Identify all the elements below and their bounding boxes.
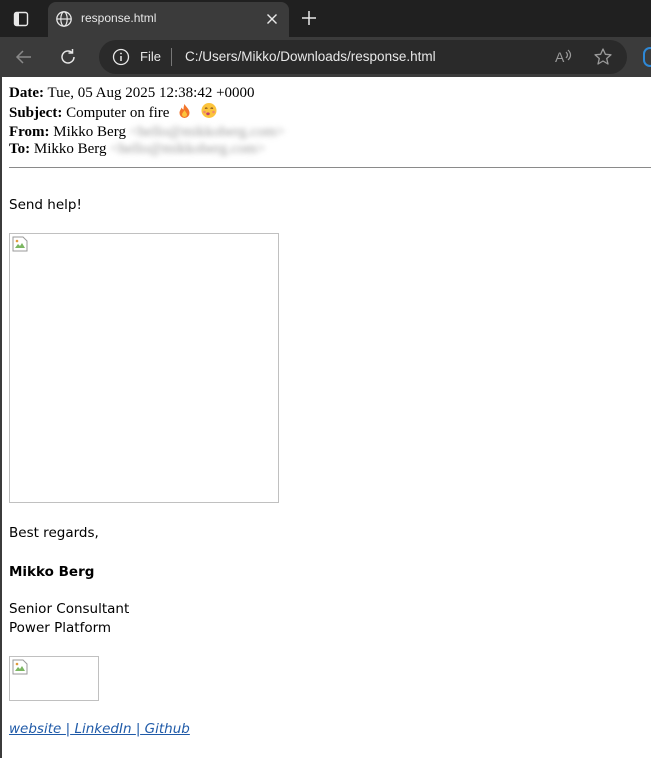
date-row: Date: Tue, 05 Aug 2025 12:38:42 +0000 xyxy=(9,85,285,102)
back-arrow-icon[interactable] xyxy=(12,45,36,69)
date-label: Date: xyxy=(9,85,44,101)
svg-text:A: A xyxy=(555,49,565,65)
scheme-label: File xyxy=(140,49,161,64)
address-bar[interactable]: File C:/Users/Mikko/Downloads/response.h… xyxy=(99,40,627,74)
to-row: To: Mikko Berg <hello@mikkoberg.com> xyxy=(9,141,285,158)
address-separator xyxy=(171,48,172,66)
face-exhaling-emoji-icon xyxy=(200,102,218,124)
linkedin-link[interactable]: LinkedIn xyxy=(70,721,136,737)
broken-image-icon xyxy=(12,236,28,252)
tab-actions-icon[interactable] xyxy=(8,6,34,32)
info-icon[interactable] xyxy=(112,48,130,66)
fire-emoji-icon xyxy=(177,103,192,124)
to-label: To: xyxy=(9,141,31,157)
greeting-text: Send help! xyxy=(9,197,82,213)
github-link[interactable]: Github xyxy=(140,721,190,737)
closing-text: Best regards, xyxy=(9,525,99,541)
broken-image-large xyxy=(9,233,279,503)
reload-icon[interactable] xyxy=(56,45,80,69)
broken-image-icon xyxy=(12,659,28,675)
globe-icon xyxy=(55,10,73,28)
from-row: From: Mikko Berg <hello@mikkoberg.com> xyxy=(9,124,285,141)
tab-strip: response.html xyxy=(0,0,651,37)
close-tab-icon[interactable] xyxy=(263,10,281,28)
header-divider xyxy=(9,167,651,168)
subject-row: Subject: Computer on fire xyxy=(9,102,285,124)
to-name: Mikko Berg xyxy=(33,141,107,157)
signature-title: Senior Consultant xyxy=(9,601,130,617)
to-email-blurred: <hello@mikkoberg.com> xyxy=(110,141,266,157)
broken-image-small xyxy=(9,656,99,701)
page-content: Date: Tue, 05 Aug 2025 12:38:42 +0000 Su… xyxy=(0,77,651,758)
tab-response-html[interactable]: response.html xyxy=(48,2,289,37)
email-headers: Date: Tue, 05 Aug 2025 12:38:42 +0000 Su… xyxy=(9,85,285,158)
subject-label: Subject: xyxy=(9,105,63,121)
browser-toolbar: File C:/Users/Mikko/Downloads/response.h… xyxy=(0,37,651,77)
signature-name: Mikko Berg xyxy=(9,564,95,580)
from-label: From: xyxy=(9,124,50,140)
url-text[interactable]: C:/Users/Mikko/Downloads/response.html xyxy=(185,49,436,64)
from-email-blurred: <hello@mikkoberg.com> xyxy=(129,124,285,140)
signature-department: Power Platform xyxy=(9,620,112,636)
tab-title: response.html xyxy=(81,11,157,25)
subject-value: Computer on fire xyxy=(66,105,170,121)
website-link[interactable]: website xyxy=(9,721,66,737)
from-name: Mikko Berg xyxy=(53,124,126,140)
read-aloud-icon[interactable]: A xyxy=(554,47,574,67)
new-tab-icon[interactable] xyxy=(299,8,319,28)
signature-links: website | LinkedIn | Github xyxy=(9,721,190,737)
favorite-star-icon[interactable] xyxy=(593,47,613,67)
copilot-icon[interactable] xyxy=(643,47,651,67)
date-value: Tue, 05 Aug 2025 12:38:42 +0000 xyxy=(47,85,255,101)
